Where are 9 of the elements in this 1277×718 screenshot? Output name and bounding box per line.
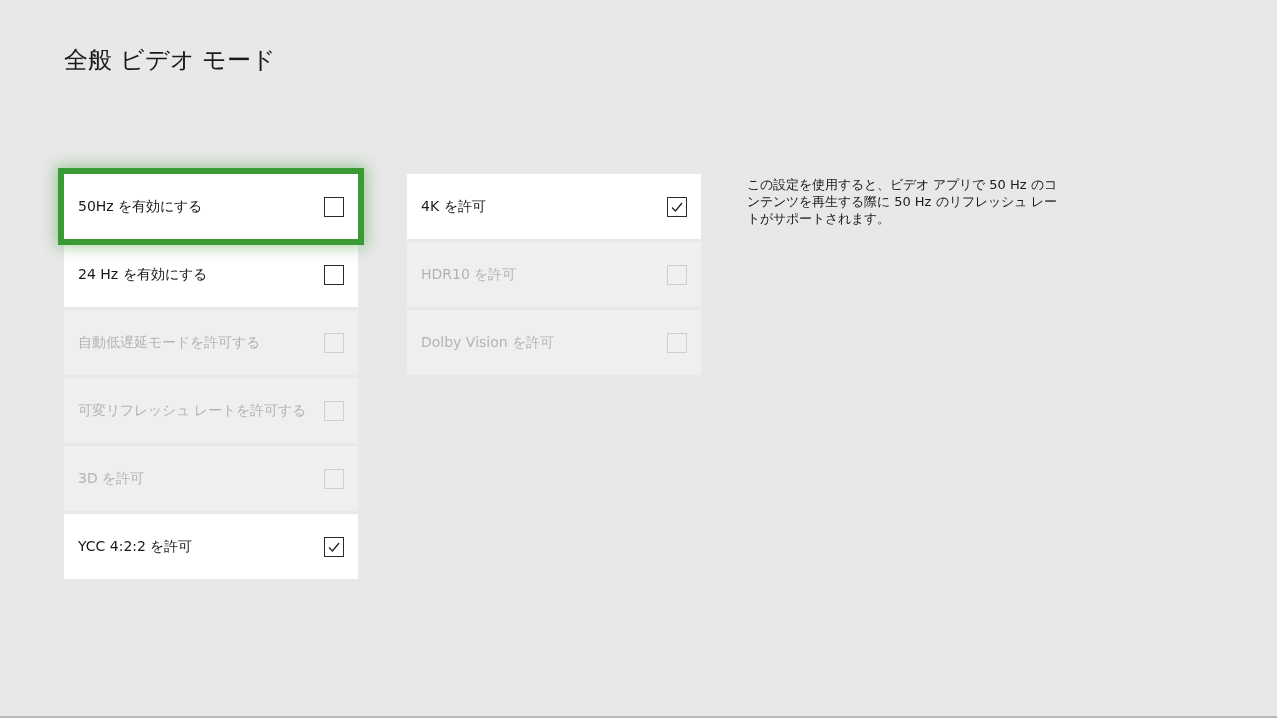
description-text: この設定を使用すると、ビデオ アプリで 50 Hz のコンテンツを再生する際に 50 Hz のリフレッシュ レートがサポートされます。 [747, 176, 1058, 227]
checkbox-option[interactable]: 4K を許可 [407, 174, 701, 239]
checkbox[interactable] [667, 196, 687, 217]
page-title: 全般 ビデオ モード [64, 45, 278, 76]
checkbox-option[interactable]: 24 Hz を有効にする [64, 242, 358, 307]
checkbox[interactable] [324, 196, 344, 217]
checkbox[interactable] [324, 536, 344, 557]
checkbox[interactable] [324, 264, 344, 285]
checkbox-option[interactable]: YCC 4:2:2 を許可 [64, 514, 358, 579]
